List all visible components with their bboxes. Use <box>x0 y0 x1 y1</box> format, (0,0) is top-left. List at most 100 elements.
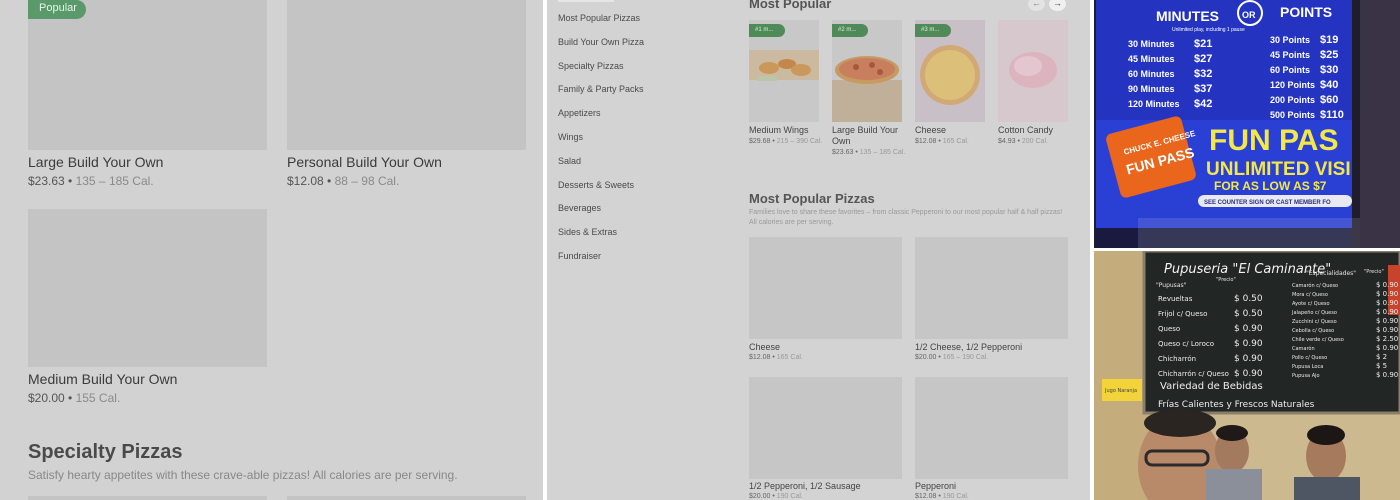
item-calories: 135 – 185 Cal. <box>859 149 906 156</box>
especialidad-price: $ 0.90 <box>1376 371 1398 379</box>
most-popular-heading: Most Popular <box>749 0 832 11</box>
especialidad-price: $ 0.90 <box>1376 344 1398 352</box>
nav-divider <box>558 0 614 2</box>
item-name: Medium Wings <box>749 125 809 135</box>
item-image-pizza: #2 m... <box>832 20 902 122</box>
especialidad-name: Camarón <box>1292 345 1315 352</box>
nav-item-desserts-sweets[interactable]: Desserts & Sweets <box>558 180 634 190</box>
nav-item-fundraiser[interactable]: Fundraiser <box>558 251 601 261</box>
points-option-label: 30 Points <box>1270 35 1310 45</box>
item-price: $23.63 <box>28 174 65 188</box>
minutes-option-label: 90 Minutes <box>1128 84 1175 94</box>
pupusas-price-heading: "Precio" <box>1216 277 1236 283</box>
item-price: $12.08 <box>287 174 324 188</box>
item-name: Personal Build Your Own <box>287 154 442 170</box>
especialidades-heading: "Especialidades" <box>1306 270 1356 277</box>
especialidad-price: $ 0.90 <box>1376 317 1398 325</box>
item-image <box>28 0 267 150</box>
section-description: Satisfy hearty appetites with these crav… <box>28 468 458 482</box>
item-price: $12.08 <box>749 354 771 361</box>
item-meta: $23.63 • 135 – 185 Cal. <box>28 174 154 188</box>
nav-item-beverages[interactable]: Beverages <box>558 203 601 213</box>
item-calories: 190 Cal. <box>942 493 969 500</box>
carousel-next-button[interactable]: → <box>1049 0 1066 11</box>
item-calories: 190 Cal. <box>776 493 803 500</box>
points-heading: POINTS <box>1280 4 1332 20</box>
item-price: $12.08 <box>915 138 937 145</box>
nav-item-appetizers[interactable]: Appetizers <box>558 108 601 118</box>
item-calories: 88 – 98 Cal. <box>334 174 400 188</box>
item-price: $12.08 <box>915 493 937 500</box>
item-meta: $4.93 • 200 Cal. <box>998 138 1048 145</box>
item-name: Large Build Your Own <box>28 154 164 170</box>
item-name: Medium Build Your Own <box>28 371 178 387</box>
especialidad-name: Chile verde c/ Queso <box>1292 337 1344 343</box>
minutes-option-label: 120 Minutes <box>1128 99 1180 109</box>
item-price: $20.00 <box>28 391 65 405</box>
promo-headline: FUN PAS <box>1209 124 1338 157</box>
item-name: Cheese <box>915 125 947 135</box>
points-option-label: 500 Points <box>1270 110 1315 120</box>
item-meta: $12.08 • 165 Cal. <box>915 138 969 145</box>
item-image <box>915 377 1068 479</box>
rank-badge: #1 m... <box>749 24 785 37</box>
especialidad-name: Pupusa Loca <box>1292 364 1323 370</box>
nav-item-build-your-own[interactable]: Build Your Own Pizza <box>558 37 644 47</box>
section-description: Families love to share these favorites –… <box>749 209 1063 226</box>
item-name: Pepperoni <box>915 481 957 491</box>
especialidad-name: Mora c/ Queso <box>1292 292 1328 298</box>
nav-item-sides-extras[interactable]: Sides & Extras <box>558 227 617 237</box>
item-image-cotton-candy <box>998 20 1068 122</box>
especialidad-name: Ayote c/ Queso <box>1292 301 1330 307</box>
pupusa-name: Queso c/ Loroco <box>1158 340 1214 348</box>
especialidad-price: $ 5 <box>1376 362 1387 370</box>
points-option-label: 120 Points <box>1270 80 1315 90</box>
minutes-price-list: 30 Minutes $21 45 Minutes $27 60 Minutes $32 9… <box>1128 38 1212 110</box>
carousel-prev-button[interactable]: ← <box>1028 0 1045 11</box>
item-image[interactable] <box>287 496 526 500</box>
especialidad-price: $ 0.90 <box>1376 290 1398 298</box>
minutes-heading: MINUTES <box>1156 8 1219 24</box>
points-option-price: $30 <box>1320 64 1338 76</box>
especialidad-price: $ 0.90 <box>1376 308 1398 316</box>
nav-item-wings[interactable]: Wings <box>558 132 583 142</box>
pupusa-price: $ 0.90 <box>1234 369 1263 379</box>
sticky-note: Jugo Naranja <box>1104 388 1137 394</box>
item-name: 1/2 Cheese, 1/2 Pepperoni <box>915 342 1023 352</box>
popular-badge: Popular <box>28 0 86 19</box>
item-calories: 165 – 190 Cal. <box>942 354 989 361</box>
pupusa-name: Chicharrón c/ Queso <box>1158 370 1229 378</box>
nav-item-specialty-pizzas[interactable]: Specialty Pizzas <box>558 61 624 71</box>
nav-item-salad[interactable]: Salad <box>558 156 581 166</box>
item-meta: $12.08 • 88 – 98 Cal. <box>287 174 400 188</box>
menu-panel-center: Most Popular Pizzas Build Your Own Pizza… <box>547 0 1090 500</box>
points-option-price: $25 <box>1320 49 1338 61</box>
item-image <box>749 237 902 339</box>
item-price: $29.68 <box>749 138 771 145</box>
promo-line-1: UNLIMITED VISI <box>1206 159 1351 180</box>
item-calories: 135 – 185 Cal. <box>75 174 154 188</box>
points-option-price: $40 <box>1320 79 1338 91</box>
nav-item-most-popular-pizzas[interactable]: Most Popular Pizzas <box>558 13 640 23</box>
bebidas-line: Variedad de Bebidas <box>1160 381 1263 392</box>
item-name: Cheese <box>749 342 781 352</box>
especialidad-price: $ 0.90 <box>1376 326 1398 334</box>
item-image-cheese-pizza: #3 m... <box>915 20 985 122</box>
especialidad-name: Pollo c/ Queso <box>1292 355 1327 361</box>
item-image[interactable] <box>28 496 267 500</box>
item-calories: 155 Cal. <box>75 391 121 405</box>
points-option-price: $60 <box>1320 94 1338 106</box>
points-option-label: 45 Points <box>1270 50 1310 60</box>
promo-line-2: FOR AS LOW AS $7 <box>1214 179 1327 193</box>
points-option-label: 60 Points <box>1270 65 1310 75</box>
especialidad-price: $ 0.90 <box>1376 299 1398 307</box>
item-meta: $20.00 • 165 – 190 Cal. <box>915 354 989 361</box>
item-meta: $20.00 • 155 Cal. <box>28 391 121 405</box>
nav-item-family-party-packs[interactable]: Family & Party Packs <box>558 84 644 94</box>
pupusa-name: Queso <box>1158 325 1180 333</box>
or-label: OR <box>1242 10 1256 20</box>
item-price: $4.93 <box>998 138 1016 145</box>
item-meta: $29.68 • 215 – 390 Cal. <box>749 138 823 145</box>
points-option-price: $110 <box>1320 109 1344 121</box>
especialidad-price: $ 2 <box>1376 353 1387 361</box>
